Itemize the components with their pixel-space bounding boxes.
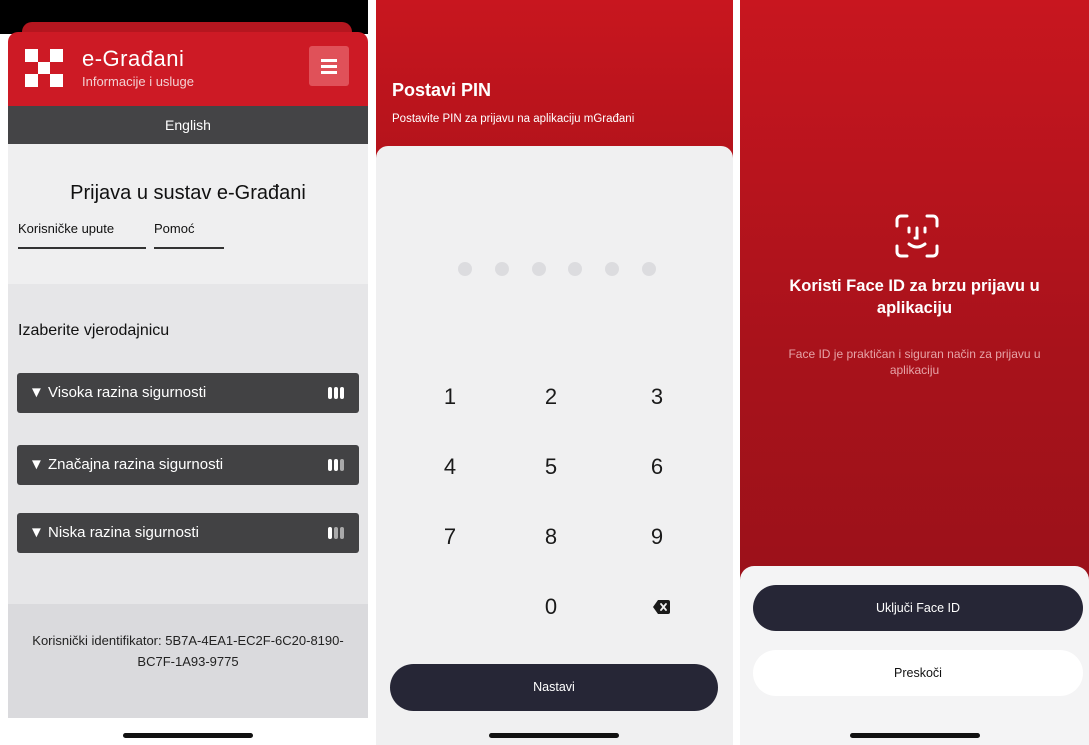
keypad-key-5[interactable]: 5 [511,447,591,487]
signal-bars-icon [328,387,346,399]
keypad-key-1[interactable]: 1 [410,377,490,417]
level-label: ▼ Niska razina sigurnosti [29,524,199,541]
header: e-Građani Informacije i usluge [8,32,368,106]
skip-button[interactable]: Preskoči [753,650,1083,696]
enable-face-id-button[interactable]: Uključi Face ID [753,585,1083,631]
home-indicator [123,733,253,738]
level-substantial-accordion[interactable]: ▼ Značajna razina sigurnosti [17,445,359,485]
signal-bars-icon [328,527,346,539]
level-high-accordion[interactable]: ▼ Visoka razina sigurnosti [17,373,359,413]
face-id-icon [895,214,939,258]
hamburger-menu-button[interactable] [309,46,349,86]
pin-dot [532,262,546,276]
page-description: Face ID je praktičan i siguran način za … [788,347,1041,377]
page-title: Prijava u sustav e-Građani [70,182,306,204]
credentials-section: Izaberite vjerodajnicu ▼ Visoka razina s… [8,284,368,604]
egradjani-login-screen: e-Građani Informacije i usluge English P… [0,0,368,745]
home-indicator [850,733,980,738]
help-link[interactable]: Pomoć [154,221,224,249]
pin-dot [605,262,619,276]
keypad-key-2[interactable]: 2 [511,377,591,417]
keypad-key-7[interactable]: 7 [410,517,490,557]
language-link[interactable]: English [8,106,368,144]
credentials-title: Izaberite vjerodajnicu [18,322,170,339]
keypad-key-9[interactable]: 9 [617,517,697,557]
pin-dot [568,262,582,276]
home-indicator [489,733,619,738]
face-id-screen: Koristi Face ID za brzu prijavu u aplika… [740,0,1089,745]
login-section: Prijava u sustav e-Građani Korisničke up… [8,144,368,284]
keypad-key-3[interactable]: 3 [617,377,697,417]
pin-dot [458,262,472,276]
page-subtitle: Postavite PIN za prijavu na aplikaciju m… [392,113,635,125]
set-pin-screen: Postavi PIN Postavite PIN za prijavu na … [376,0,733,745]
level-label: ▼ Značajna razina sigurnosti [29,456,224,473]
user-identifier: Korisnički identifikator: 5B7A-4EA1-EC2F… [8,604,368,718]
keypad-key-8[interactable]: 8 [511,517,591,557]
user-guide-link[interactable]: Korisničke upute [18,221,146,249]
brand-title: e-Građani [82,46,185,71]
pin-dot [495,262,509,276]
egradjani-logo-icon [25,49,63,87]
backspace-icon[interactable] [653,600,670,614]
header: Postavi PIN Postavite PIN za prijavu na … [376,0,733,158]
level-low-accordion[interactable]: ▼ Niska razina sigurnosti [17,513,359,553]
page-title: Postavi PIN [392,80,492,100]
continue-button[interactable]: Nastavi [390,664,718,711]
page-bottom [8,718,368,745]
pin-sheet [376,146,733,745]
level-label: ▼ Visoka razina sigurnosti [29,384,207,401]
brand-subtitle: Informacije i usluge [82,74,194,89]
keypad-key-6[interactable]: 6 [617,447,697,487]
keypad-key-0[interactable]: 0 [511,587,591,627]
pin-dot [642,262,656,276]
page-title: Koristi Face ID za brzu prijavu u aplika… [789,277,1040,317]
keypad-key-4[interactable]: 4 [410,447,490,487]
signal-bars-icon [328,459,346,471]
